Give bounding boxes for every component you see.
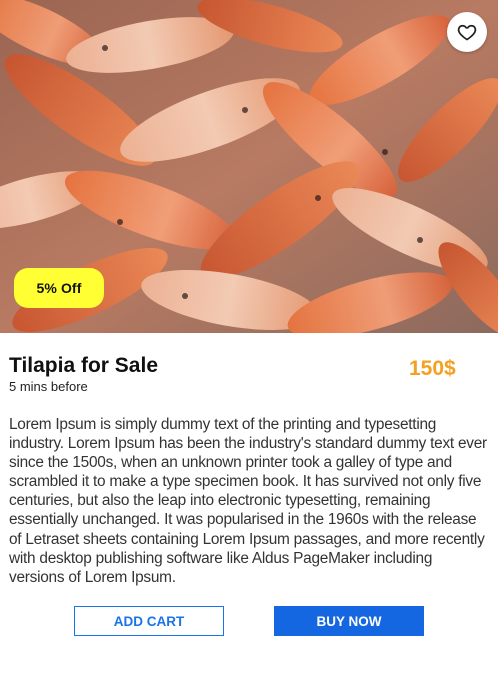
- favorite-button[interactable]: [447, 12, 487, 52]
- product-title: Tilapia for Sale: [9, 354, 158, 377]
- add-cart-button[interactable]: ADD CART: [74, 606, 224, 636]
- heart-outline-icon: [457, 24, 477, 41]
- product-price: 150$: [409, 357, 456, 380]
- product-description: Lorem Ipsum is simply dummy text of the …: [9, 416, 487, 586]
- buy-now-button[interactable]: BUY NOW: [274, 606, 424, 636]
- discount-badge: 5% Off: [14, 268, 104, 308]
- posted-time: 5 mins before: [9, 379, 88, 394]
- product-image: 5% Off: [0, 0, 498, 333]
